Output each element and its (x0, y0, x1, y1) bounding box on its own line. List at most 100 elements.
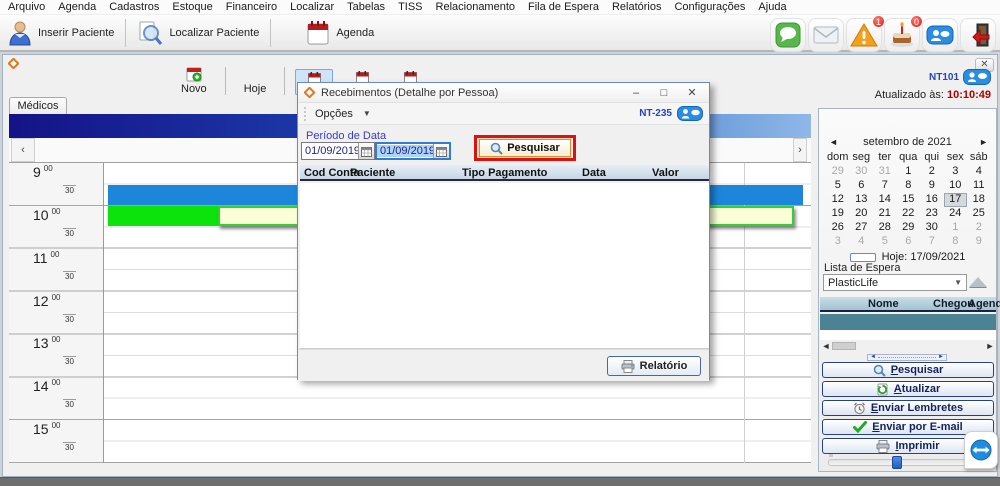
waitlist-column-agend[interactable]: Agend (968, 298, 1000, 310)
date-to-value[interactable]: 01/09/2019 (377, 145, 433, 157)
scrollbar-thumb[interactable] (832, 342, 856, 350)
calendar-day[interactable]: 19 (826, 207, 850, 221)
calendar-day[interactable]: 8 (897, 179, 921, 193)
scroll-left-arrow[interactable]: ◄ (820, 341, 832, 351)
calendar-day[interactable]: 20 (850, 207, 874, 221)
calendar-day[interactable]: 21 (873, 207, 897, 221)
calendar-day[interactable]: 5 (873, 235, 897, 249)
calendar-day[interactable]: 15 (897, 193, 921, 207)
scroll-right-button[interactable]: › (793, 138, 807, 162)
menu-item-arquivo[interactable]: Arquivo (8, 1, 45, 13)
splitter-handle[interactable]: ◄ ► (867, 354, 947, 361)
sidebar-refresh-button[interactable]: Atualizar (822, 381, 994, 397)
menu-item-relatórios[interactable]: Relatórios (612, 1, 662, 13)
date-from-value[interactable]: 01/09/2019 (302, 145, 358, 157)
remote-support-tab[interactable] (964, 431, 998, 469)
dialog-search-button[interactable]: Pesquisar (479, 139, 571, 157)
calendar-day[interactable]: 6 (850, 179, 874, 193)
calendar-day[interactable]: 17 (944, 193, 968, 207)
waitlist-hscrollbar[interactable]: ◄ ► (820, 340, 996, 352)
date-to-field[interactable]: 01/09/2019 (375, 142, 451, 160)
menu-item-estoque[interactable]: Estoque (172, 1, 212, 13)
dialog-titlebar[interactable]: Recebimentos (Detalhe por Pessoa) – □ ✕ (298, 83, 709, 103)
waitlist-column-nome[interactable]: Nome (868, 298, 899, 310)
calendar-day[interactable]: 9 (920, 179, 944, 193)
collapse-panel-button[interactable] (969, 277, 987, 287)
calendar-day[interactable]: 25 (967, 207, 991, 221)
maximize-button[interactable]: □ (653, 87, 675, 99)
scroll-right-arrow[interactable]: ► (984, 341, 996, 351)
calendar-day[interactable]: 6 (897, 235, 921, 249)
scroll-left-button[interactable]: ‹ (11, 138, 35, 162)
alerts-button[interactable]: 1 (846, 18, 882, 52)
exit-button[interactable] (960, 18, 996, 52)
column-header-paciente[interactable]: Paciente (350, 167, 395, 179)
calendar-day[interactable]: 12 (826, 193, 850, 207)
calendar-day[interactable]: 31 (873, 165, 897, 179)
menu-item-relacionamento[interactable]: Relacionamento (436, 1, 516, 13)
calendar-day[interactable]: 13 (850, 193, 874, 207)
calendar-day[interactable]: 16 (920, 193, 944, 207)
calendar-day[interactable]: 7 (873, 179, 897, 193)
calendar-day[interactable]: 3 (826, 235, 850, 249)
menu-item-ajuda[interactable]: Ajuda (758, 1, 786, 13)
column-header-tipo-pagamento[interactable]: Tipo Pagamento (462, 167, 547, 179)
minimize-button[interactable]: – (625, 87, 647, 99)
new-appointment-button[interactable]: Novo (173, 66, 215, 95)
calendar-day[interactable]: 11 (967, 179, 991, 193)
messages-button[interactable] (922, 18, 958, 52)
calendar-day[interactable]: 9 (967, 235, 991, 249)
appointment-block-green[interactable] (108, 206, 218, 226)
calendar-day[interactable]: 24 (944, 207, 968, 221)
menu-item-tabelas[interactable]: Tabelas (347, 1, 385, 13)
calendar-day[interactable]: 27 (850, 221, 874, 235)
locate-patient-button[interactable]: Localizar Paciente (129, 17, 267, 49)
sidebar-search-button[interactable]: Pesquisar (822, 362, 994, 378)
calendar-day[interactable]: 22 (897, 207, 921, 221)
calendar-day[interactable]: 5 (826, 179, 850, 193)
waitlist-selected-row[interactable] (820, 314, 996, 330)
calendar-day[interactable]: 8 (944, 235, 968, 249)
contact-chat-icon[interactable] (963, 69, 991, 85)
calendar-day[interactable]: 28 (873, 221, 897, 235)
date-from-field[interactable]: 01/09/2019 (301, 142, 375, 160)
column-header-data[interactable]: Data (582, 167, 606, 179)
birthdays-button[interactable]: 0 (884, 18, 920, 52)
calendar-day[interactable]: 29 (897, 221, 921, 235)
calendar-next-button[interactable]: ► (979, 137, 988, 147)
menu-item-localizar[interactable]: Localizar (290, 1, 334, 13)
insert-patient-button[interactable]: Inserir Paciente (0, 17, 122, 49)
calendar-day[interactable]: 7 (920, 235, 944, 249)
date-to-picker-button[interactable] (433, 144, 449, 158)
calendar-day[interactable]: 30 (850, 165, 874, 179)
agenda-button[interactable]: Agenda (298, 17, 382, 49)
options-menu[interactable]: Opções (315, 108, 353, 120)
calendar-day[interactable]: 26 (826, 221, 850, 235)
column-header-valor[interactable]: Valor (652, 167, 679, 179)
calendar-day[interactable]: 4 (850, 235, 874, 249)
dialog-chat-icon[interactable] (677, 106, 703, 121)
menu-item-tiss[interactable]: TISS (398, 1, 422, 13)
calendar-day[interactable]: 18 (967, 193, 991, 207)
menu-item-fila-de-espera[interactable]: Fila de Espera (528, 1, 599, 13)
menu-item-financeiro[interactable]: Financeiro (226, 1, 277, 13)
calendar-day[interactable]: 29 (826, 165, 850, 179)
zoom-slider-thumb[interactable] (892, 456, 902, 469)
calendar-day[interactable]: 2 (920, 165, 944, 179)
report-button[interactable]: Relatório (607, 356, 701, 376)
tab-medicos[interactable]: Médicos (9, 97, 67, 114)
calendar-day[interactable]: 23 (920, 207, 944, 221)
calendar-day[interactable]: 1 (944, 221, 968, 235)
menu-item-agenda[interactable]: Agenda (58, 1, 96, 13)
waitlist-select[interactable]: PlasticLife ▼ (823, 274, 967, 291)
menu-item-cadastros[interactable]: Cadastros (109, 1, 159, 13)
calendar-day[interactable]: 2 (967, 221, 991, 235)
today-button[interactable]: Hoje (236, 69, 275, 95)
chat-button[interactable] (770, 18, 806, 52)
date-from-picker-button[interactable] (358, 143, 374, 159)
close-dialog-button[interactable]: ✕ (681, 86, 703, 99)
calendar-day[interactable]: 14 (873, 193, 897, 207)
calendar-day[interactable]: 3 (944, 165, 968, 179)
calendar-day[interactable]: 1 (897, 165, 921, 179)
calendar-day[interactable]: 10 (944, 179, 968, 193)
